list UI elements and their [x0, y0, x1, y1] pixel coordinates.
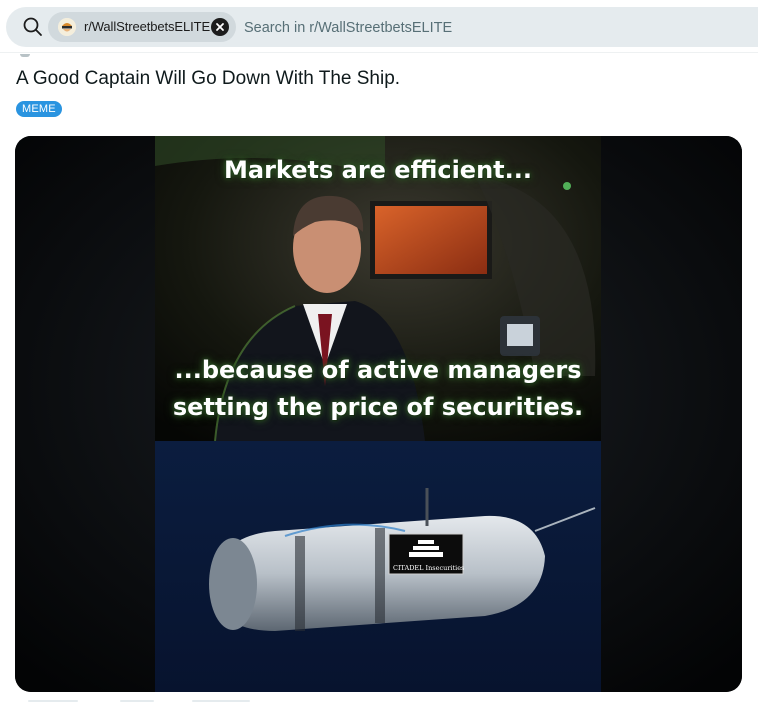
- search-input[interactable]: [244, 17, 724, 39]
- post-media[interactable]: CITADEL Insecurities Markets are efficie…: [15, 136, 742, 692]
- meme-image: CITADEL Insecurities Markets are efficie…: [155, 136, 601, 692]
- submarine-label: CITADEL Insecurities: [393, 564, 464, 572]
- header-divider: [0, 52, 758, 53]
- community-avatar-icon: [58, 18, 76, 36]
- search-bar[interactable]: r/WallStreetbetsELITE: [6, 7, 758, 47]
- community-chip-label: r/WallStreetbetsELITE: [84, 19, 211, 34]
- meme-caption-top: Markets are efficient...: [224, 156, 532, 184]
- post-flair-badge[interactable]: MEME: [16, 101, 62, 117]
- post-page: r/WallStreetbetsELITE A Good Captain Wil…: [0, 0, 758, 702]
- meme-caption-line-1: ...because of active managers: [174, 356, 582, 384]
- clear-chip-icon[interactable]: [211, 18, 229, 36]
- community-filter-chip[interactable]: r/WallStreetbetsELITE: [48, 12, 236, 42]
- meme-caption-bottom: ...because of active managers setting th…: [155, 352, 601, 426]
- meme-caption-line-2: setting the price of securities.: [172, 393, 584, 421]
- search-icon[interactable]: [22, 16, 44, 38]
- author-avatar-partial: [20, 54, 30, 57]
- post-title[interactable]: A Good Captain Will Go Down With The Shi…: [16, 68, 400, 90]
